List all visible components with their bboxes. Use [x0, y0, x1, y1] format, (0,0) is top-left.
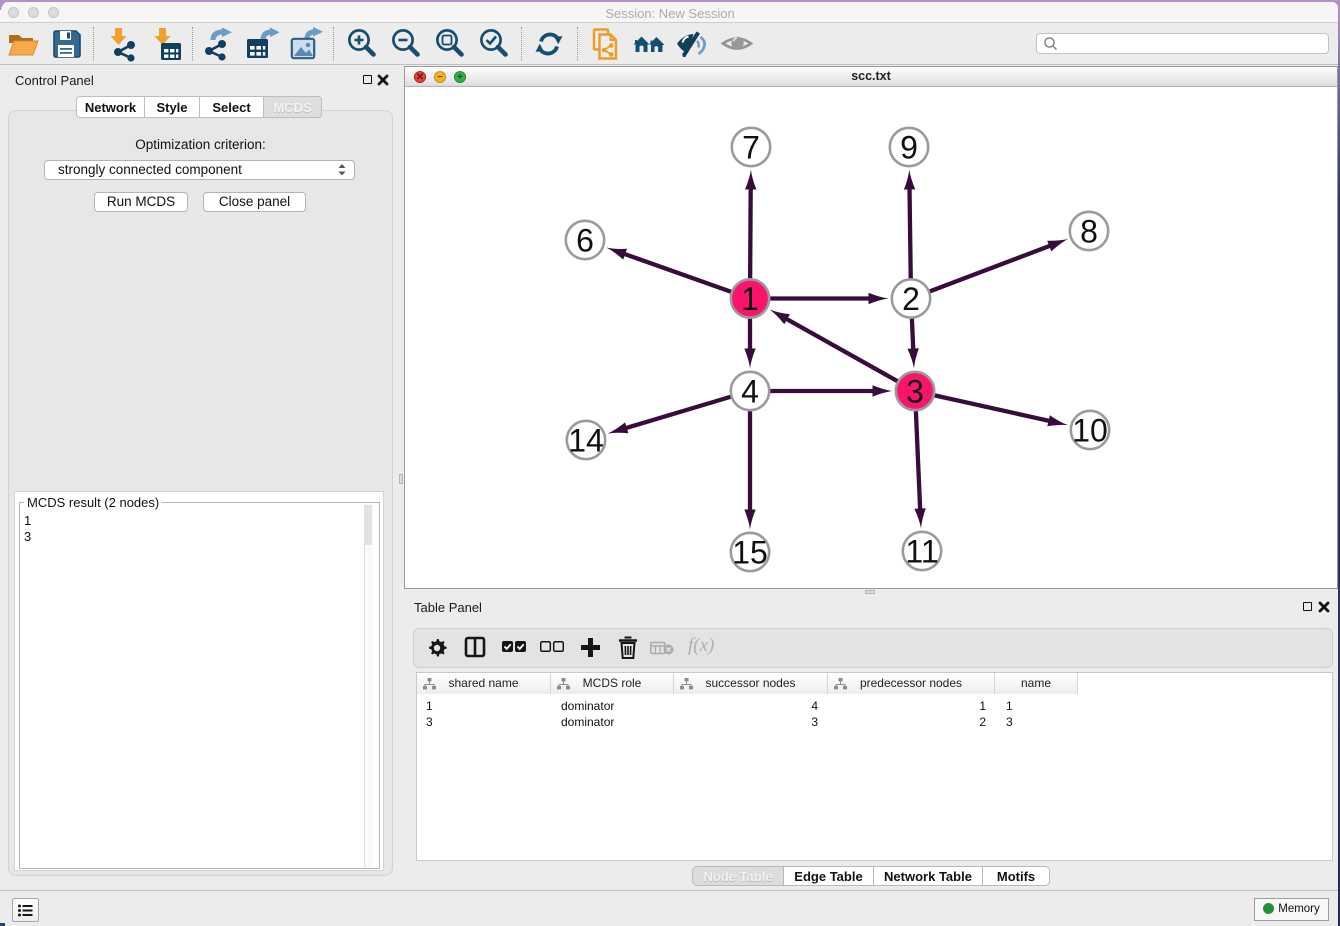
svg-text:14: 14	[568, 423, 604, 459]
svg-text:4: 4	[741, 374, 759, 410]
svg-text:2: 2	[902, 281, 920, 317]
svg-text:1: 1	[741, 281, 759, 317]
svg-text:11: 11	[905, 534, 938, 570]
svg-text:3: 3	[906, 374, 924, 410]
svg-text:10: 10	[1072, 413, 1108, 449]
svg-text:7: 7	[742, 130, 760, 166]
svg-text:9: 9	[900, 130, 918, 166]
svg-text:6: 6	[576, 223, 594, 259]
svg-text:15: 15	[732, 535, 768, 571]
svg-text:8: 8	[1080, 214, 1098, 250]
